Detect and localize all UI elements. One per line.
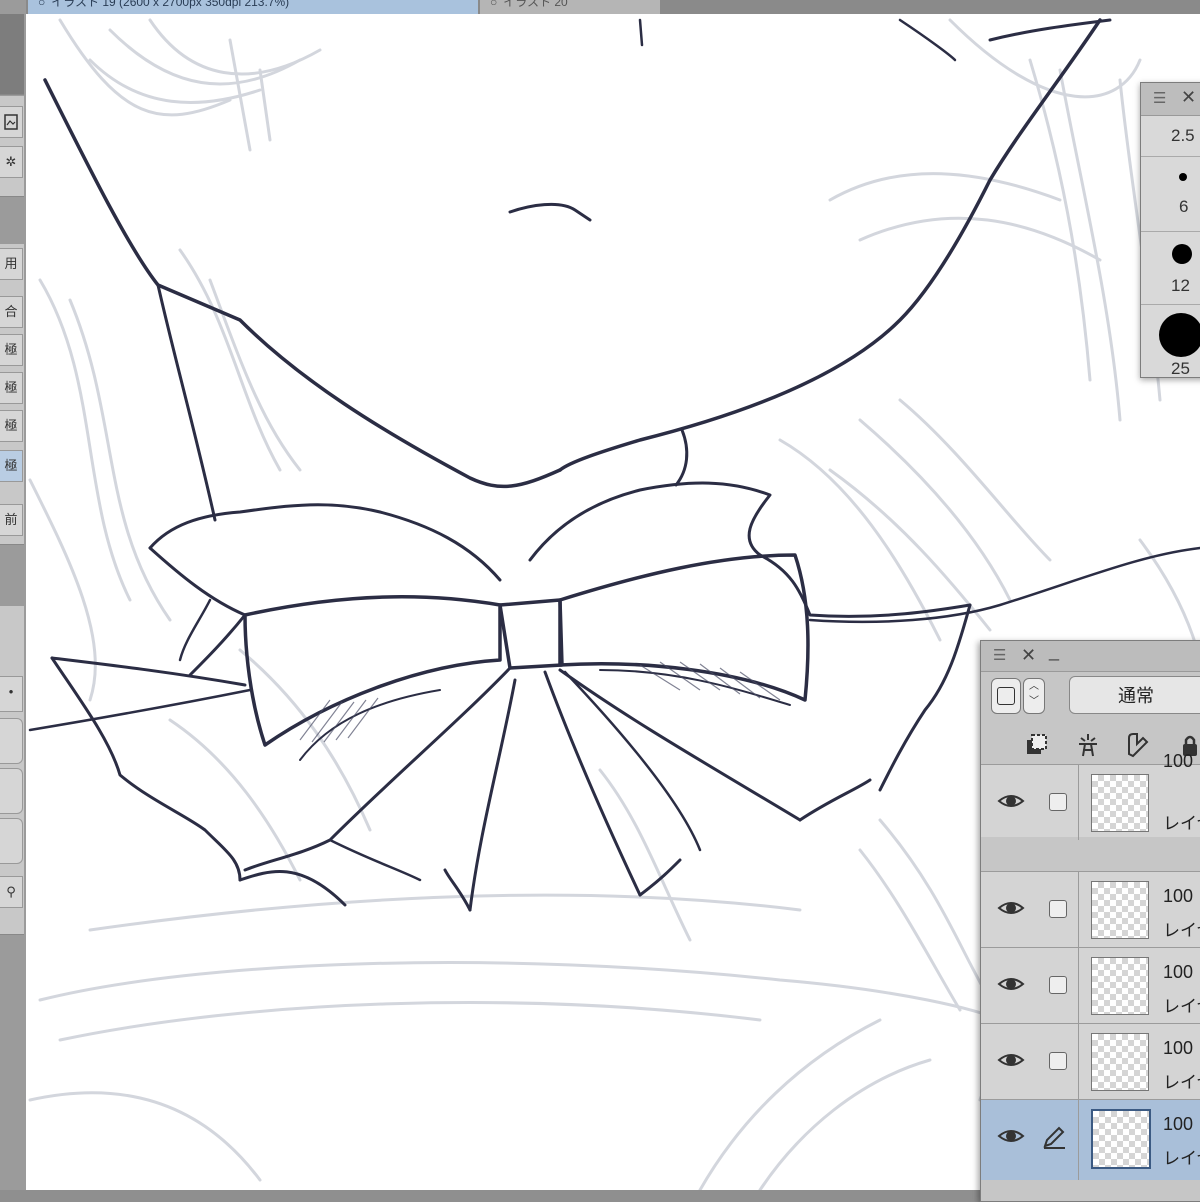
layer-row-selected[interactable]: 100 レイヤー xyxy=(981,1099,1200,1180)
divider xyxy=(1078,872,1079,947)
eye-icon[interactable] xyxy=(997,1126,1025,1146)
divider xyxy=(1078,765,1079,840)
brush-size-option[interactable]: 2.5 xyxy=(1141,116,1200,157)
property-group: • ⚲ xyxy=(0,606,24,935)
brush-size-palette: ☰ ✕ 2.5 6 12 25 xyxy=(1140,82,1200,378)
star-icon: ✲ xyxy=(5,154,17,169)
left-toolbar: ✲ 用 合 極 極 極 極 前 • ⚲ xyxy=(0,0,26,1190)
layer-checkbox[interactable] xyxy=(1049,1052,1067,1070)
reference-layer-icon[interactable] xyxy=(1073,730,1103,760)
eye-icon[interactable] xyxy=(997,791,1025,811)
brush-dot-icon xyxy=(1172,244,1192,264)
brush-size-option[interactable]: 6 xyxy=(1141,157,1200,232)
chevron-up-icon[interactable]: ︿ xyxy=(1029,681,1039,692)
sub-tool-3[interactable]: 極 xyxy=(0,334,23,366)
toolbar-handle[interactable] xyxy=(0,14,24,95)
layer-checkbox[interactable] xyxy=(1049,976,1067,994)
layer-thumbnail xyxy=(1091,881,1149,939)
brush-size-option[interactable]: 12 xyxy=(1141,232,1200,305)
sub-tool-6-selected[interactable]: 極 xyxy=(0,450,23,482)
slider-field[interactable] xyxy=(0,718,23,764)
layer-color-select[interactable] xyxy=(991,678,1021,714)
search-icon[interactable]: ⚲ xyxy=(0,876,23,908)
brush-dot-icon xyxy=(1179,173,1187,181)
divider xyxy=(1078,948,1079,1023)
slider-field[interactable] xyxy=(0,768,23,814)
sub-tool-2[interactable]: 合 xyxy=(0,296,23,328)
layer-checkbox[interactable] xyxy=(1049,793,1067,811)
brush-dot-icon xyxy=(1159,313,1200,357)
menu-grip-icon[interactable]: ☰ xyxy=(993,648,1009,663)
tab-illust-20[interactable]: ○ イラスト 20 xyxy=(480,0,660,14)
divider xyxy=(1078,1024,1079,1099)
tab-close-icon[interactable]: ○ xyxy=(38,0,45,9)
layer-palette: ☰ ✕ _ ︿﹀ 通常 100 レイヤー 100 レイヤー xyxy=(980,640,1200,1202)
blend-mode-select[interactable]: 通常 xyxy=(1069,676,1200,714)
layer-thumbnail xyxy=(1091,957,1149,1015)
dot-icon[interactable]: • xyxy=(0,676,23,712)
clip-layer-icon[interactable] xyxy=(1021,730,1051,760)
eye-icon[interactable] xyxy=(997,898,1025,918)
color-stepper[interactable]: ︿ ﹀ xyxy=(1023,678,1045,714)
layer-thumbnail xyxy=(1091,774,1149,832)
tool-button-frame[interactable] xyxy=(0,106,23,138)
sub-tool-7[interactable]: 前 xyxy=(0,504,23,536)
brush-size-option[interactable]: 25 xyxy=(1141,305,1200,377)
chevron-down-icon[interactable]: ﹀ xyxy=(1029,696,1039,707)
layer-row[interactable]: 100 レイヤー xyxy=(981,1023,1200,1099)
square-icon xyxy=(997,687,1015,705)
sub-tool-1[interactable]: 用 xyxy=(0,248,23,280)
tab-illust-19[interactable]: ○ イラスト 19 (2600 x 2700px 350dpi 213.7%) xyxy=(28,0,478,14)
sub-tool-group: 用 合 極 極 極 極 前 xyxy=(0,244,24,545)
tool-group: ✲ xyxy=(0,96,24,197)
layer-checkbox[interactable] xyxy=(1049,900,1067,918)
sub-tool-5[interactable]: 極 xyxy=(0,410,23,442)
slider-field[interactable] xyxy=(0,818,23,864)
divider xyxy=(1078,1100,1079,1180)
menu-grip-icon[interactable]: ☰ xyxy=(1153,91,1169,106)
eye-icon[interactable] xyxy=(997,974,1025,994)
layer-row[interactable]: 100 レイヤー xyxy=(981,871,1200,947)
eye-icon[interactable] xyxy=(997,1050,1025,1070)
tab-close-icon[interactable]: ○ xyxy=(490,0,497,9)
close-icon[interactable]: ✕ xyxy=(1021,645,1036,666)
frame-icon xyxy=(4,114,18,130)
minimize-icon[interactable]: _ xyxy=(1049,641,1059,662)
sub-tool-4[interactable]: 極 xyxy=(0,372,23,404)
layer-row[interactable]: 100 レイヤー xyxy=(981,751,1200,840)
close-icon[interactable]: ✕ xyxy=(1181,87,1196,108)
tool-button-star[interactable]: ✲ xyxy=(0,146,23,178)
layer-properties-row: ︿ ﹀ 通常 xyxy=(981,672,1200,722)
palette-header[interactable]: ☰ ✕ xyxy=(1141,83,1200,116)
pen-icon xyxy=(1043,1126,1065,1149)
layer-row[interactable]: 100 レイヤー xyxy=(981,947,1200,1023)
draft-layer-icon[interactable] xyxy=(1123,730,1153,760)
layer-thumbnail xyxy=(1091,1109,1151,1169)
document-tab-strip: ○ イラスト 19 (2600 x 2700px 350dpi 213.7%) ○… xyxy=(0,0,1200,14)
palette-header[interactable]: ☰ ✕ _ xyxy=(981,641,1200,672)
layer-thumbnail xyxy=(1091,1033,1149,1091)
